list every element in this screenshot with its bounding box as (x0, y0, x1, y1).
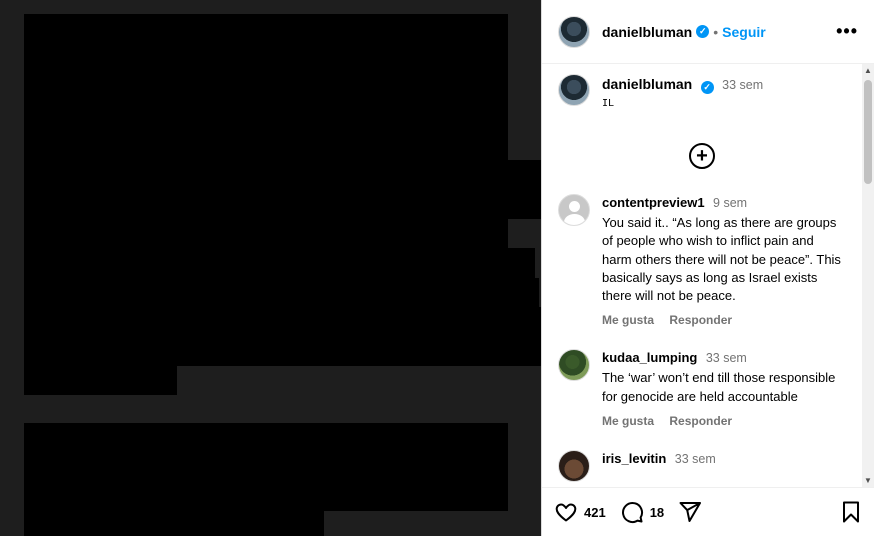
post-text-line: remaining hostages who were (24, 43, 518, 73)
comment-time[interactable]: 9 sem (713, 196, 747, 210)
post-text-block-1: Today is a blessed day. The remaining hos… (24, 14, 541, 395)
comment-item: iris_levitin 33 sem (542, 450, 862, 483)
comments-scroll-area[interactable]: danielbluman ✓ 33 sem IL + contentprevie… (542, 64, 862, 487)
verified-badge-icon: ✓ (696, 25, 710, 38)
post-text-line: In this war, as in any other war, (24, 423, 518, 453)
post-text-line: their families find peace and (24, 131, 518, 161)
caption-text: IL (602, 98, 615, 109)
reply-button[interactable]: Responder (669, 313, 732, 327)
author-avatar[interactable] (558, 15, 590, 48)
reply-button[interactable]: Responder (669, 414, 732, 428)
bookmark-icon[interactable] (840, 500, 862, 524)
post-text-line: there have only been losers. The (24, 452, 518, 482)
comment-text: The ‘war’ won’t end till those responsib… (602, 370, 836, 404)
comment-time[interactable]: 33 sem (706, 351, 747, 365)
post-text-line: pain and harm others, there will not (24, 336, 541, 366)
post-text-line: Today is a blessed day. The (24, 14, 518, 44)
post-text-line: groups of people who wish to inflict (24, 306, 541, 337)
post-text-block-2: In this war, as in any other war, there h… (24, 423, 518, 536)
caption-avatar[interactable] (558, 74, 590, 106)
scrollbar[interactable]: ▲ ▼ (862, 64, 874, 487)
caption-username[interactable]: danielbluman (602, 76, 692, 92)
post-text-line: happiness. This is a day to celebrate (24, 160, 541, 190)
post-text-line: human beings. As long as there are (24, 277, 540, 307)
comment-time[interactable]: 33 sem (675, 452, 716, 466)
caption-time[interactable]: 33 sem (722, 78, 763, 92)
post-text-line: and reflect. The war won't end until (24, 189, 541, 220)
action-bar: 421 18 (542, 487, 874, 536)
comment-username[interactable]: iris_levitin (602, 451, 666, 466)
scroll-down-icon[interactable]: ▼ (864, 476, 872, 485)
like-count[interactable]: 421 (584, 505, 606, 520)
comment-avatar[interactable] (558, 194, 590, 226)
comment-item: kudaa_lumping 33 sem The ‘war’ won’t end… (542, 349, 862, 428)
post-text-line: kidnapped on October 7th have (24, 72, 518, 102)
post-text-line: we are all educated and learn to (24, 219, 518, 249)
scrollbar-thumb[interactable] (864, 80, 872, 184)
paper-plane-icon[interactable] (678, 500, 702, 524)
comment-avatar[interactable] (558, 349, 590, 382)
post-text-line: coexist and respect one another as (24, 248, 535, 278)
separator-dot: • (713, 23, 719, 40)
comment-count[interactable]: 18 (650, 505, 664, 520)
load-more-comments-icon[interactable]: + (689, 143, 715, 169)
post-text-line: be peace. (24, 365, 518, 395)
comment-text: You said it.. “As long as there are grou… (602, 215, 841, 304)
scroll-up-icon[interactable]: ▲ (864, 66, 872, 75)
comment-username[interactable]: contentpreview1 (602, 195, 705, 210)
comment-item: contentpreview1 9 sem You said it.. “As … (542, 194, 862, 327)
comment-bubble-icon[interactable] (620, 500, 644, 524)
like-comment-button[interactable]: Me gusta (602, 313, 654, 327)
verified-badge-icon: ✓ (700, 81, 714, 94)
comment-username[interactable]: kudaa_lumping (602, 350, 697, 365)
post-caption: danielbluman ✓ 33 sem IL (542, 64, 862, 109)
post-text-line: only way to “win” is by living in (24, 481, 518, 511)
follow-button[interactable]: Seguir (722, 24, 766, 40)
post-header: danielbluman ✓ • Seguir ••• (542, 0, 874, 64)
post-text-line: finally come home. May they and (24, 101, 518, 132)
post-text-line: peace and harmony. (24, 510, 518, 536)
post-image[interactable]: Today is a blessed day. The remaining hos… (0, 0, 541, 536)
post-side-panel: danielbluman ✓ • Seguir ••• danielbluman… (541, 0, 874, 536)
author-username[interactable]: danielbluman (602, 24, 692, 40)
heart-icon[interactable] (554, 500, 578, 524)
more-options-icon[interactable]: ••• (836, 21, 858, 42)
like-comment-button[interactable]: Me gusta (602, 414, 654, 428)
comment-avatar[interactable] (558, 450, 590, 483)
